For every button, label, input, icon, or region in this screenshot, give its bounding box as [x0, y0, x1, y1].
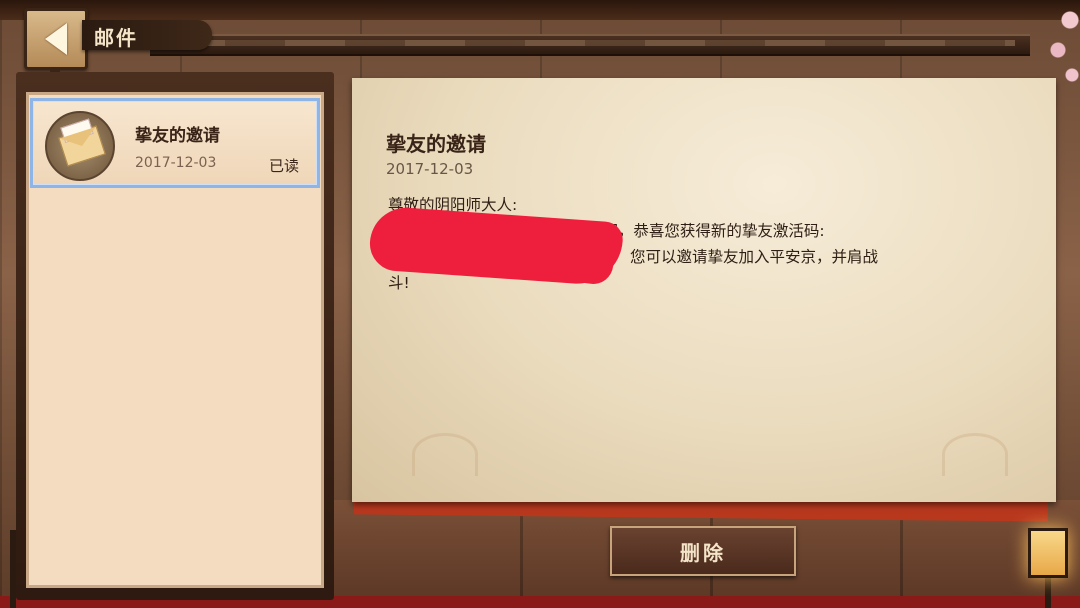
chevron-left-icon — [45, 23, 67, 55]
cherry-blossom-decoration — [1040, 0, 1080, 90]
mail-list-item[interactable]: 挚友的邀请 2017-12-03 已读 — [30, 98, 320, 188]
lantern-post — [10, 530, 16, 608]
envelope-icon — [58, 125, 106, 167]
back-button[interactable] — [24, 8, 88, 77]
ceiling-beam — [0, 0, 1080, 20]
cloud-decoration — [942, 433, 1008, 476]
cloud-decoration — [412, 433, 478, 476]
letter-title: 挚友的邀请 — [386, 132, 486, 156]
page-title: 邮件 — [94, 26, 138, 50]
delete-button-label: 删除 — [680, 540, 726, 565]
mail-item-title: 挚友的邀请 — [135, 126, 220, 146]
letter-date: 2017-12-03 — [386, 160, 474, 178]
mail-item-date: 2017-12-03 — [135, 155, 217, 171]
wall-rail-rod — [165, 40, 1015, 46]
lantern-icon — [1028, 528, 1068, 578]
mail-icon-badge — [45, 111, 115, 181]
delete-button[interactable]: 删除 — [610, 526, 796, 576]
mail-item-status: 已读 — [269, 157, 300, 175]
